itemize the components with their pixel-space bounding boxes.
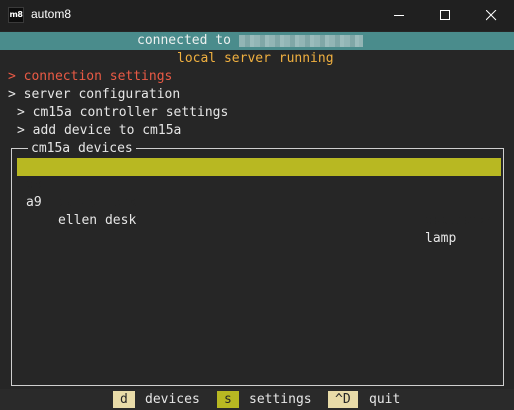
window-title: autom8 [31,7,72,21]
device-code: a9 [26,195,42,210]
minimize-button[interactable] [376,0,422,31]
shortcut-label-settings: settings [249,392,312,407]
device-type: lamp [425,231,457,246]
shortcut-bar: d devices s settings ^D quit [0,389,514,410]
menu-item-cm15a-controller-settings[interactable]: > cm15a controller settings [17,104,228,122]
server-status-text: local server running [177,51,334,66]
app-icon: m8 [8,7,24,23]
close-icon [486,10,497,21]
menu-item-add-device[interactable]: > add device to cm15a [17,122,181,140]
terminal-area: connected to local server running > conn… [0,31,514,410]
window-titlebar: m8 autom8 [0,0,514,31]
shortcut-label-devices: devices [145,392,200,407]
device-name: ellen desk [58,213,137,228]
device-row[interactable]: a8 casey desk appliance [17,158,501,228]
maximize-button[interactable] [422,0,468,31]
redacted-hostname [238,34,363,47]
device-row[interactable]: a9 ellen desk lamp [17,176,501,246]
devices-panel-title: cm15a devices [28,140,136,158]
device-name: casey desk [58,195,137,210]
minimize-icon [394,15,404,16]
connection-status-bar: connected to [0,32,514,50]
device-type: appliance [425,213,496,228]
maximize-icon [440,10,450,20]
connection-status-text: connected to [137,33,231,48]
shortcut-key-devices[interactable]: d [113,391,135,408]
shortcut-label-quit: quit [369,392,401,407]
menu-item-connection-settings[interactable]: > connection settings [8,68,172,86]
server-status-bar: local server running [0,50,514,68]
shortcut-key-quit[interactable]: ^D [328,391,358,408]
menu-item-server-configuration[interactable]: > server configuration [8,86,180,104]
close-button[interactable] [468,0,514,31]
shortcut-key-settings[interactable]: s [217,391,239,408]
